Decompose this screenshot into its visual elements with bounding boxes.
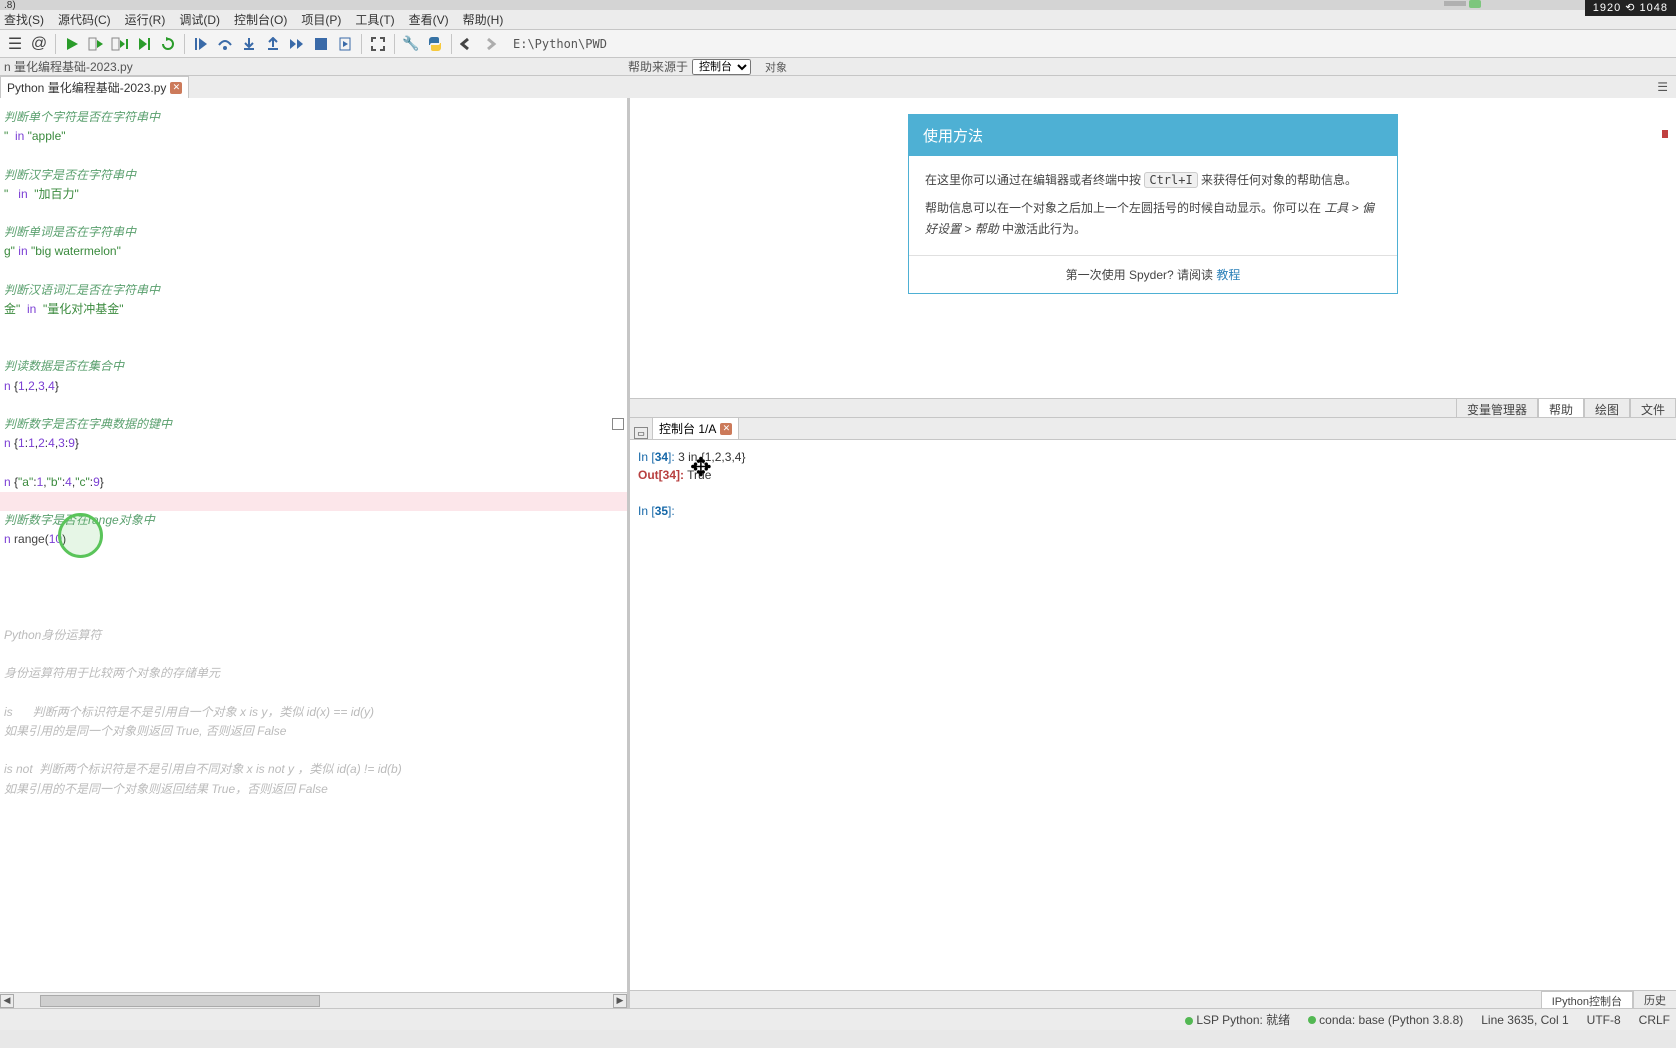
help-object-label: 对象	[765, 59, 787, 75]
tab-help[interactable]: 帮助	[1538, 399, 1584, 417]
editor-tab-row: Python 量化编程基础-2023.py ✕ ☰	[0, 76, 1676, 98]
title-bar: .8) 1920 ⟲ 1048	[0, 0, 1676, 10]
step-out-icon[interactable]	[262, 33, 284, 55]
scroll-left-icon[interactable]: ◀	[0, 994, 14, 1008]
menu-run[interactable]: 运行(R)	[125, 11, 166, 28]
continue-icon[interactable]	[286, 33, 308, 55]
help-source-select[interactable]: 控制台	[692, 59, 751, 75]
menu-view[interactable]: 查看(V)	[409, 11, 449, 28]
rerun-icon[interactable]	[157, 33, 179, 55]
toolbar: ☰ @ 🔧 E:\Python\PWD	[0, 30, 1676, 58]
ipython-console[interactable]: In [34]: 3 in {1,2,3,4} Out[34]: True In…	[630, 440, 1676, 990]
title-track	[1444, 1, 1466, 6]
close-icon[interactable]: ✕	[720, 423, 732, 435]
menu-help[interactable]: 帮助(H)	[463, 11, 504, 28]
menu-find[interactable]: 查找(S)	[4, 11, 44, 28]
stop-icon[interactable]	[310, 33, 332, 55]
title-button[interactable]	[1469, 0, 1481, 8]
right-mid-tabs: 变量管理器 帮助 绘图 文件	[630, 398, 1676, 418]
console-bottom-tabs: IPython控制台 历史	[630, 990, 1676, 1008]
menu-tools[interactable]: 工具(T)	[355, 11, 394, 28]
scroll-thumb[interactable]	[40, 995, 320, 1007]
right-pane: 使用方法 在这里你可以通过在编辑器或者终端中按 Ctrl+I 来获得任何对象的帮…	[627, 98, 1676, 1008]
tab-ipython-console[interactable]: IPython控制台	[1541, 991, 1633, 1008]
code-editor[interactable]: 判断单个字符是否在字符串中" in "apple" 判断汉字是否在字符串中" i…	[0, 98, 627, 992]
tab-history[interactable]: 历史	[1633, 991, 1676, 1008]
status-dot-icon	[1185, 1017, 1193, 1025]
kbd-shortcut: Ctrl+I	[1144, 172, 1197, 188]
title-text: .8)	[4, 0, 16, 11]
status-line[interactable]: Line 3635, Col 1	[1481, 1013, 1568, 1027]
editor-pane: 判断单个字符是否在字符串中" in "apple" 判断汉字是否在字符串中" i…	[0, 98, 627, 1008]
status-encoding[interactable]: UTF-8	[1587, 1013, 1621, 1027]
run-icon[interactable]	[61, 33, 83, 55]
console-tab-label: 控制台 1/A	[659, 420, 716, 437]
editor-hscroll[interactable]: ◀ ▶	[0, 992, 627, 1008]
menu-debug[interactable]: 调试(D)	[179, 11, 220, 28]
back-icon[interactable]	[457, 33, 479, 55]
menu-bar: 查找(S) 源代码(C) 运行(R) 调试(D) 控制台(O) 项目(P) 工具…	[0, 10, 1676, 30]
status-dot-icon	[1308, 1016, 1316, 1024]
close-icon[interactable]: ✕	[170, 82, 182, 94]
console-tab-row: ▭ 控制台 1/A ✕	[630, 418, 1676, 440]
run-cell-next-icon[interactable]	[109, 33, 131, 55]
status-bar: LSP Python: 就绪 conda: base (Python 3.8.8…	[0, 1008, 1676, 1030]
menu-icon[interactable]: ☰	[4, 33, 26, 55]
menu-source[interactable]: 源代码(C)	[58, 11, 111, 28]
scroll-right-icon[interactable]: ▶	[613, 994, 627, 1008]
help-pane: 使用方法 在这里你可以通过在编辑器或者终端中按 Ctrl+I 来获得任何对象的帮…	[630, 98, 1676, 398]
tab-files[interactable]: 文件	[1630, 399, 1676, 417]
working-dir-path[interactable]: E:\Python\PWD	[513, 37, 607, 51]
help-footer: 第一次使用 Spyder? 请阅读 教程	[909, 256, 1397, 293]
wrench-icon[interactable]: 🔧	[400, 33, 422, 55]
console-tab[interactable]: 控制台 1/A ✕	[652, 417, 739, 439]
at-icon[interactable]: @	[28, 33, 50, 55]
status-conda[interactable]: conda: base (Python 3.8.8)	[1308, 1013, 1463, 1027]
maximize-icon[interactable]	[367, 33, 389, 55]
menu-console[interactable]: 控制台(O)	[234, 11, 287, 28]
forward-icon[interactable]	[481, 33, 503, 55]
status-lsp[interactable]: LSP Python: 就绪	[1185, 1011, 1290, 1028]
editor-options-icon[interactable]: ☰	[1657, 80, 1668, 94]
help-source: 帮助来源于 控制台 对象	[628, 58, 787, 75]
help-body: 在这里你可以通过在编辑器或者终端中按 Ctrl+I 来获得任何对象的帮助信息。 …	[909, 156, 1397, 256]
help-card: 使用方法 在这里你可以通过在编辑器或者终端中按 Ctrl+I 来获得任何对象的帮…	[908, 114, 1398, 294]
menu-project[interactable]: 项目(P)	[301, 11, 341, 28]
tab-variable-explorer[interactable]: 变量管理器	[1456, 399, 1538, 417]
help-source-label: 帮助来源于	[628, 58, 688, 75]
tutorial-link[interactable]: 教程	[1216, 268, 1240, 282]
status-eol[interactable]: CRLF	[1639, 1013, 1670, 1027]
help-title: 使用方法	[909, 115, 1397, 156]
console-collapse-icon[interactable]: ▭	[634, 427, 648, 439]
debug-play-icon[interactable]	[190, 33, 212, 55]
tab-plots[interactable]: 绘图	[1584, 399, 1630, 417]
splitter-handle[interactable]	[612, 418, 624, 430]
editor-tab[interactable]: Python 量化编程基础-2023.py ✕	[0, 76, 189, 98]
help-marker	[1662, 130, 1668, 138]
editor-tab-label: Python 量化编程基础-2023.py	[7, 79, 166, 96]
main-split: 判断单个字符是否在字符串中" in "apple" 判断汉字是否在字符串中" i…	[0, 98, 1676, 1008]
debug-file-icon[interactable]	[334, 33, 356, 55]
breadcrumb-row: n 量化编程基础-2023.py 帮助来源于 控制台 对象	[0, 58, 1676, 76]
step-over-icon[interactable]	[214, 33, 236, 55]
run-cell-icon[interactable]	[85, 33, 107, 55]
python-icon[interactable]	[424, 33, 446, 55]
run-selection-icon[interactable]	[133, 33, 155, 55]
breadcrumb: n 量化编程基础-2023.py	[4, 58, 133, 75]
dimension-badge: 1920 ⟲ 1048	[1585, 0, 1676, 16]
step-in-icon[interactable]	[238, 33, 260, 55]
